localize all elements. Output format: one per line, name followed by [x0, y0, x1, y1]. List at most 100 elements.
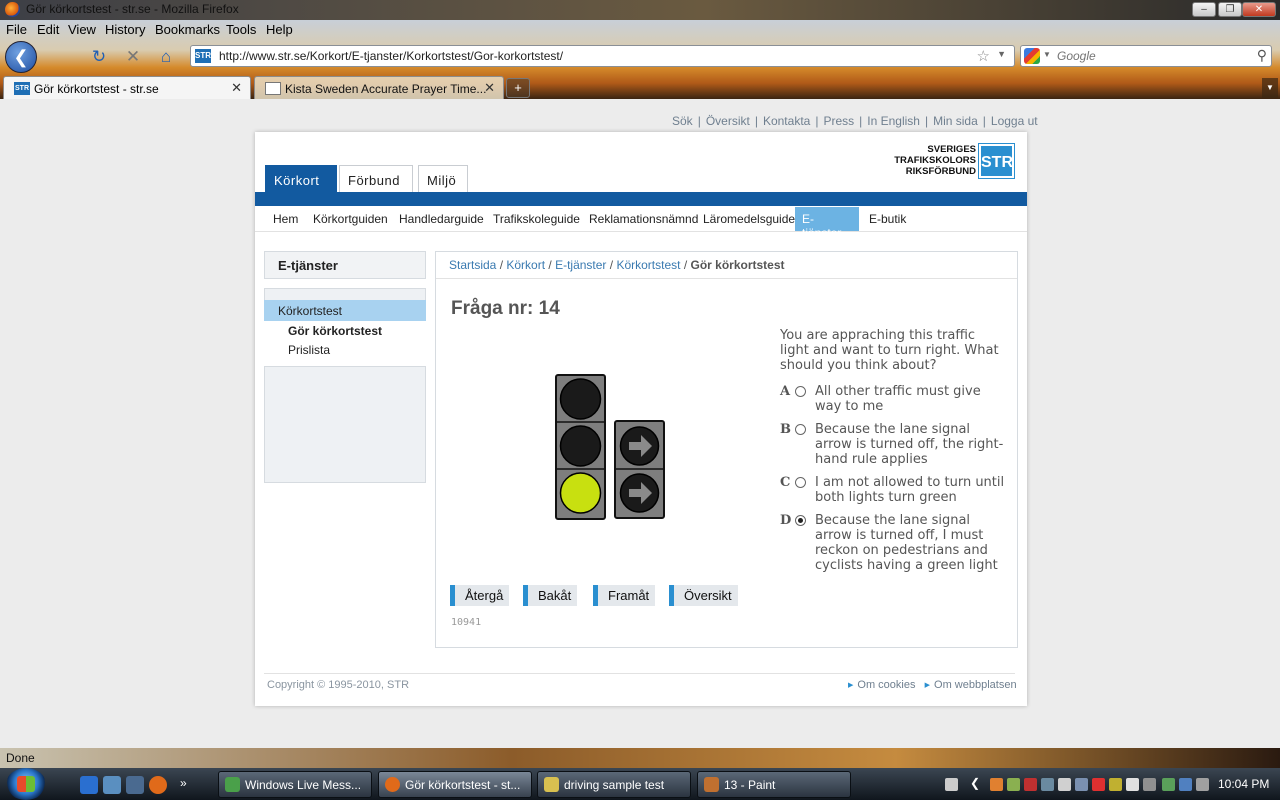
menu-history[interactable]: History — [105, 22, 145, 37]
toplink-sok[interactable]: Sök — [672, 114, 693, 128]
left-menu-gor-korkortstest[interactable]: Gör körkortstest — [288, 324, 382, 338]
toplink-logga-ut[interactable]: Logga ut — [991, 114, 1038, 128]
option-c-radio[interactable] — [795, 477, 806, 488]
arrow-right-icon: ▶ — [924, 682, 931, 689]
tray-app-icon[interactable] — [1126, 778, 1139, 791]
home-icon[interactable]: ⌂ — [155, 46, 177, 68]
tray-app-icon[interactable] — [1041, 778, 1054, 791]
url-dropdown-icon[interactable]: ▼ — [997, 49, 1006, 59]
option-letter: D — [780, 513, 792, 528]
close-tab-icon[interactable]: ✕ — [484, 80, 495, 96]
footer-link-om-webbplatsen[interactable]: Om webbplatsen — [934, 679, 1017, 691]
tray-app-icon[interactable] — [1143, 778, 1156, 791]
atergà-button[interactable]: Återgå — [450, 585, 510, 606]
volume-icon[interactable] — [1196, 778, 1209, 791]
menu-bookmarks[interactable]: Bookmarks — [155, 22, 220, 37]
subnav-trafikskoleguide[interactable]: Trafikskoleguide — [486, 207, 587, 231]
toplink-oversikt[interactable]: Översikt — [706, 114, 750, 128]
maintab-forbund[interactable]: Förbund — [339, 165, 413, 192]
url-text[interactable]: http://www.str.se/Korkort/E-tjanster/Kor… — [219, 49, 563, 63]
google-icon[interactable] — [1024, 48, 1040, 64]
option-a[interactable]: A All other traffic must give way to me — [780, 384, 1010, 414]
tray-app-icon[interactable] — [1109, 778, 1122, 791]
search-bar[interactable]: ▼ ⚲ — [1020, 45, 1272, 67]
bakat-button[interactable]: Bakåt — [523, 585, 578, 606]
firefox-quicklaunch-icon[interactable] — [149, 776, 167, 794]
toplink-kontakta[interactable]: Kontakta — [763, 114, 810, 128]
new-tab-button[interactable]: + — [506, 78, 530, 98]
breadcrumb-korkortstest[interactable]: Körkortstest — [616, 258, 680, 272]
tray-app-icon[interactable] — [990, 778, 1003, 791]
toplink-press[interactable]: Press — [823, 114, 854, 128]
back-button[interactable]: ❮ — [5, 41, 37, 73]
search-engine-dropdown-icon[interactable]: ▼ — [1043, 50, 1051, 59]
task-driving-sample[interactable]: driving sample test — [537, 771, 691, 798]
tray-app-icon[interactable] — [1007, 778, 1020, 791]
option-a-radio[interactable] — [795, 386, 806, 397]
keyboard-icon[interactable] — [945, 778, 958, 791]
start-button[interactable] — [6, 768, 46, 800]
oversikt-button[interactable]: Översikt — [669, 585, 738, 606]
search-icon[interactable]: ⚲ — [1257, 47, 1267, 64]
tab-list-icon[interactable]: ▼ — [1262, 78, 1278, 98]
tray-app-icon[interactable] — [1075, 778, 1088, 791]
str-logo[interactable]: SVERIGES TRAFIKSKOLORS RIKSFÖRBUND STR — [892, 143, 1015, 179]
task-windows-live[interactable]: Windows Live Mess... — [218, 771, 372, 798]
tray-app-icon[interactable] — [1024, 778, 1037, 791]
close-tab-icon[interactable]: ✕ — [231, 80, 242, 96]
option-b-radio[interactable] — [795, 424, 806, 435]
toplink-in-english[interactable]: In English — [867, 114, 920, 128]
more-quicklaunch-icon[interactable]: » — [180, 776, 198, 794]
subnav-e-tjanster[interactable]: E-tjänster — [795, 207, 859, 240]
tray-app-icon[interactable] — [1092, 778, 1105, 791]
option-d-radio[interactable] — [795, 515, 806, 526]
search-input[interactable] — [1057, 48, 1247, 64]
task-label: Gör körkortstest - st... — [405, 778, 521, 792]
menu-file[interactable]: File — [6, 22, 27, 37]
task-firefox[interactable]: Gör körkortstest - st... — [378, 771, 532, 798]
subnav-laromedelsguide[interactable]: Läromedelsguide — [696, 207, 802, 231]
tray-app-icon[interactable] — [1058, 778, 1071, 791]
maintab-korkort[interactable]: Körkort — [265, 165, 337, 192]
footer-link-om-cookies[interactable]: Om cookies — [857, 679, 915, 691]
maintab-miljo[interactable]: Miljö — [418, 165, 468, 192]
framat-button[interactable]: Framåt — [593, 585, 656, 606]
breadcrumb-korkort[interactable]: Körkort — [506, 258, 545, 272]
subnav-hem[interactable]: Hem — [266, 207, 305, 231]
battery-icon[interactable] — [1162, 778, 1175, 791]
tab-gor-korkortstest[interactable]: STR Gör körkortstest - str.se ✕ — [3, 76, 251, 99]
ie-icon[interactable] — [80, 776, 98, 794]
url-bar[interactable]: STR http://www.str.se/Korkort/E-tjanster… — [190, 45, 1015, 67]
breadcrumb-startsida[interactable]: Startsida — [449, 258, 496, 272]
menu-edit[interactable]: Edit — [37, 22, 59, 37]
left-menu-korkortstest[interactable]: Körkortstest — [264, 300, 426, 321]
maximize-button[interactable]: ❐ — [1218, 2, 1242, 17]
toplink-min-sida[interactable]: Min sida — [933, 114, 978, 128]
stop-icon[interactable]: ✕ — [122, 46, 144, 68]
minimize-button[interactable]: – — [1192, 2, 1216, 17]
tray-expand-icon[interactable]: ❮ — [970, 776, 983, 790]
left-heading: E-tjänster — [264, 251, 426, 279]
breadcrumb-e-tjanster[interactable]: E-tjänster — [555, 258, 606, 272]
bookmark-star-icon[interactable]: ☆ — [977, 47, 990, 65]
option-c[interactable]: C I am not allowed to turn until both li… — [780, 475, 1010, 505]
show-desktop-icon[interactable] — [103, 776, 121, 794]
subnav-handledarguide[interactable]: Handledarguide — [392, 207, 491, 231]
subnav-e-butik[interactable]: E-butik — [862, 207, 913, 231]
menu-tools[interactable]: Tools — [226, 22, 256, 37]
clock[interactable]: 10:04 PM — [1218, 777, 1269, 791]
menu-view[interactable]: View — [68, 22, 96, 37]
reload-icon[interactable]: ↻ — [88, 46, 110, 68]
subnav-korkortguiden[interactable]: Körkortguiden — [306, 207, 395, 231]
close-button[interactable]: ✕ — [1242, 2, 1276, 17]
menu-help[interactable]: Help — [266, 22, 293, 37]
subnav-reklamationsnamnd[interactable]: Reklamationsnämnd — [582, 207, 705, 231]
left-menu-prislista[interactable]: Prislista — [288, 343, 330, 357]
network-icon[interactable] — [1179, 778, 1192, 791]
option-b[interactable]: B Because the lane signal arrow is turne… — [780, 422, 1010, 467]
site-favicon-icon: STR — [195, 49, 211, 63]
tab-kista-prayer[interactable]: Kista Sweden Accurate Prayer Time... ✕ — [254, 76, 504, 99]
option-d[interactable]: D Because the lane signal arrow is turne… — [780, 513, 1010, 573]
task-paint[interactable]: 13 - Paint — [697, 771, 851, 798]
switch-windows-icon[interactable] — [126, 776, 144, 794]
